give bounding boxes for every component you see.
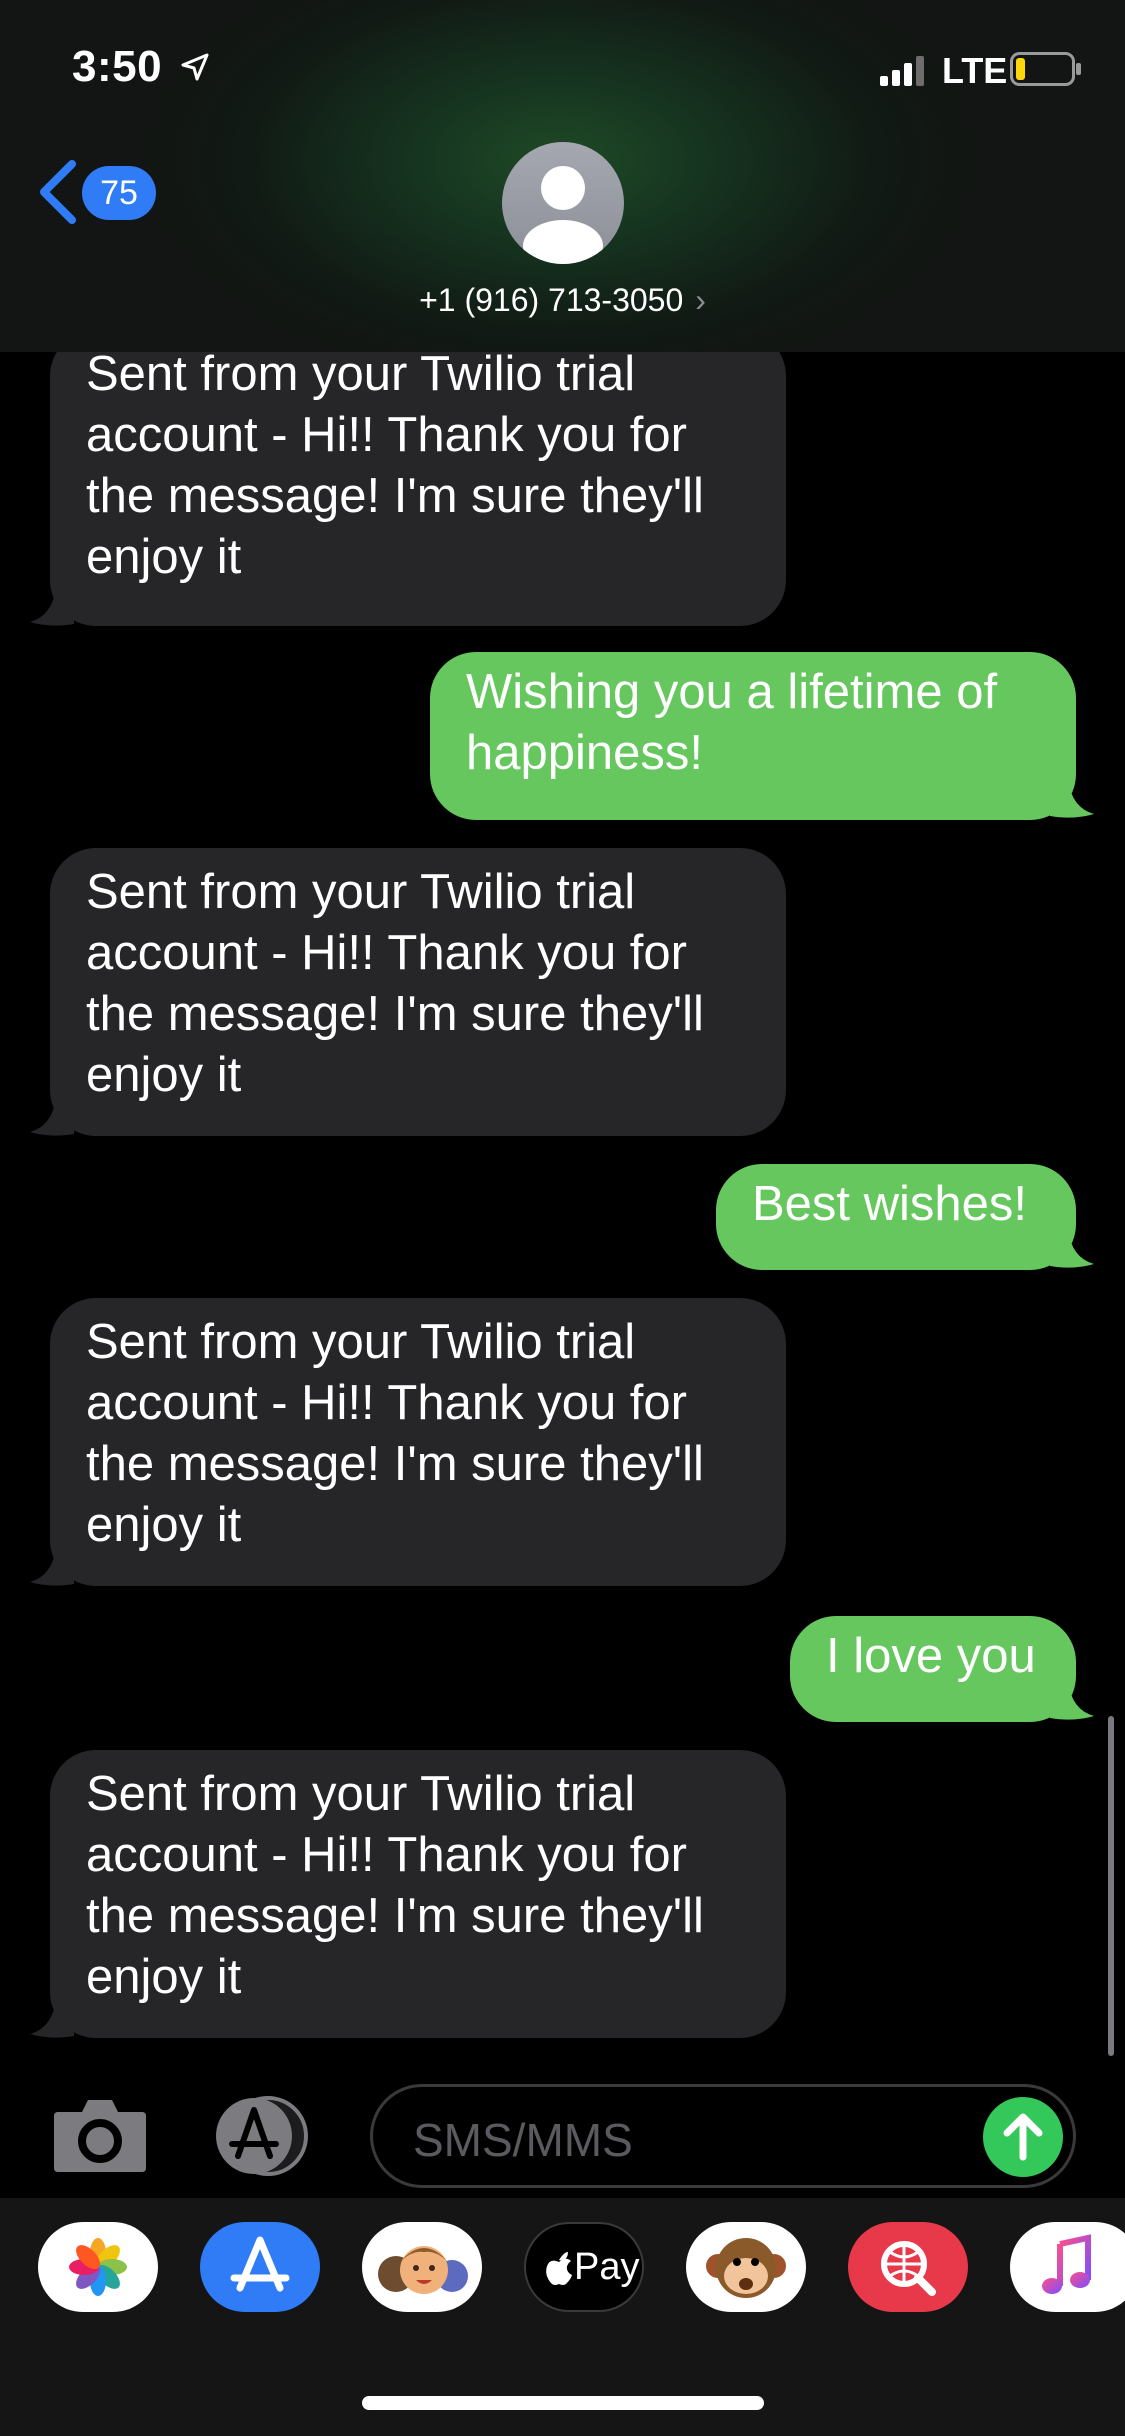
message-text: Sent from your Twilio trial account - Hi… [86, 1767, 704, 2004]
app-store-icon [230, 2236, 290, 2292]
cellular-signal-icon [880, 56, 924, 86]
contact-name[interactable]: +1 (916) 713-3050 › [0, 282, 1125, 319]
contact-chevron-icon: › [695, 282, 706, 318]
apple-pay-app-button[interactable]: Pay [524, 2222, 644, 2312]
incoming-bubble-tail [30, 1548, 74, 1586]
arrow-up-icon [1003, 2113, 1043, 2161]
web-images-search-icon [881, 2241, 936, 2296]
scroll-indicator[interactable] [1108, 1716, 1114, 2056]
incoming-bubble-tail [30, 1098, 74, 1136]
photos-app-button[interactable] [38, 2222, 158, 2312]
outgoing-message-bubble[interactable]: Wishing you a lifetime of happiness! [430, 652, 1076, 820]
outgoing-message-bubble[interactable]: Best wishes! [716, 1164, 1076, 1270]
battery-icon [1010, 52, 1081, 86]
outgoing-message-bubble[interactable]: I love you [790, 1616, 1076, 1722]
camera-icon[interactable] [52, 2096, 148, 2174]
animoji-app-button[interactable] [686, 2222, 806, 2312]
conversation-header: 3:50 LTE 75 +1 (916) 713-3050 › [0, 0, 1125, 352]
web-images-app-button[interactable] [848, 2222, 968, 2312]
message-text: I love you [826, 1629, 1036, 1683]
network-type: LTE [942, 50, 1008, 91]
incoming-bubble-tail [30, 2000, 74, 2038]
message-text: Sent from your Twilio trial account - Hi… [86, 865, 704, 1102]
animoji-icon [706, 2238, 786, 2298]
photos-icon [69, 2238, 127, 2296]
apple-pay-icon [546, 2252, 572, 2285]
incoming-message-bubble[interactable]: Sent from your Twilio trial account - Hi… [50, 848, 786, 1136]
sms-placeholder: SMS/MMS [413, 2114, 633, 2166]
message-text: Best wishes! [752, 1177, 1028, 1231]
messages-screen: 3:50 LTE 75 +1 (916) 713-3050 › Sent fro… [0, 0, 1125, 2436]
incoming-message-bubble[interactable]: Sent from your Twilio trial account - Hi… [50, 330, 786, 626]
message-text: Wishing you a lifetime of happiness! [466, 665, 998, 780]
sms-input-field[interactable]: SMS/MMS [370, 2084, 1076, 2188]
app-store-icon[interactable] [208, 2094, 320, 2178]
memoji-stickers-app-button[interactable] [362, 2222, 482, 2312]
contact-avatar[interactable] [502, 142, 624, 264]
location-arrow-icon [181, 53, 209, 81]
send-button[interactable] [983, 2097, 1063, 2177]
music-app-button[interactable] [1010, 2222, 1125, 2312]
music-icon [1042, 2234, 1091, 2294]
app-store-app-button[interactable] [200, 2222, 320, 2312]
apple-pay-label: Pay [574, 2246, 640, 2288]
contact-number: +1 (916) 713-3050 [419, 282, 684, 318]
incoming-message-bubble[interactable]: Sent from your Twilio trial account - Hi… [50, 1750, 786, 2038]
home-indicator[interactable] [362, 2396, 764, 2410]
outgoing-bubble-tail [1050, 780, 1094, 818]
message-text: Sent from your Twilio trial account - Hi… [86, 1315, 704, 1552]
message-text: Sent from your Twilio trial account - Hi… [86, 347, 704, 584]
person-silhouette-icon [523, 166, 603, 264]
incoming-bubble-tail [30, 588, 74, 626]
back-chevron-icon[interactable] [36, 158, 80, 226]
memoji-stickers-icon [378, 2246, 468, 2294]
incoming-message-bubble[interactable]: Sent from your Twilio trial account - Hi… [50, 1298, 786, 1586]
outgoing-bubble-tail [1050, 1682, 1094, 1720]
unread-count-badge[interactable]: 75 [82, 166, 156, 220]
outgoing-bubble-tail [1050, 1230, 1094, 1268]
status-time: 3:50 [72, 42, 163, 91]
